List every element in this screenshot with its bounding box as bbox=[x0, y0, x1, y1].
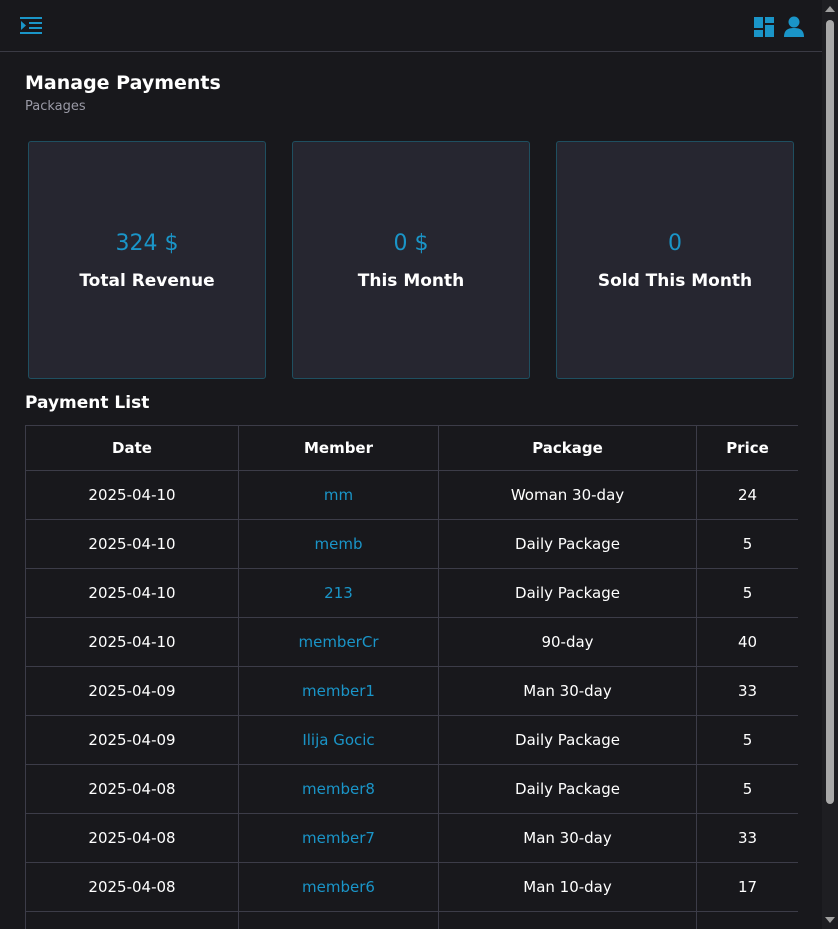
cell-price: 24 bbox=[696, 470, 798, 520]
top-bar bbox=[0, 0, 822, 52]
cell-date: 2025-04-10 bbox=[25, 568, 239, 618]
table-row: 2025-04-10 memb Daily Package 5 bbox=[25, 519, 798, 569]
cell-date: 2025-04-10 bbox=[25, 617, 239, 667]
member-link[interactable]: Ilija Gocic bbox=[238, 715, 439, 765]
dashboard-icon[interactable] bbox=[754, 17, 774, 37]
cell-price: 5 bbox=[696, 764, 798, 814]
cell-price: 33 bbox=[696, 813, 798, 863]
cell-date: 2025-04-08 bbox=[25, 862, 239, 912]
cell-price: 5 bbox=[696, 519, 798, 569]
column-header-member[interactable]: Member bbox=[238, 425, 439, 471]
vertical-scrollbar[interactable] bbox=[822, 0, 838, 929]
cell-package: Man 10-day bbox=[438, 862, 697, 912]
scroll-down-arrow-icon[interactable] bbox=[825, 917, 835, 923]
scroll-up-arrow-icon[interactable] bbox=[825, 6, 835, 12]
payment-table-container: Date Member Package Price 2025-04-10 mm … bbox=[25, 425, 798, 929]
payment-list-title: Payment List bbox=[25, 393, 150, 413]
table-row: 2025-04-10 memberCr 90-day 40 bbox=[25, 617, 798, 667]
stat-label: Total Revenue bbox=[79, 271, 215, 291]
column-header-date[interactable]: Date bbox=[25, 425, 239, 471]
cell-date: 2025-04-08 bbox=[25, 813, 239, 863]
stat-card-sold-this-month: 0 Sold This Month bbox=[556, 141, 794, 379]
menu-collapse-icon[interactable] bbox=[20, 15, 44, 37]
cell-price: 5 bbox=[696, 568, 798, 618]
cell-package bbox=[438, 911, 697, 929]
cell-date: 2025-04-09 bbox=[25, 666, 239, 716]
table-header-row: Date Member Package Price bbox=[25, 425, 798, 471]
cell-package: Man 30-day bbox=[438, 813, 697, 863]
page-subtitle: Packages bbox=[25, 99, 86, 114]
cell-date bbox=[25, 911, 239, 929]
cell-price: 33 bbox=[696, 666, 798, 716]
stat-label: This Month bbox=[357, 271, 465, 291]
cell-price bbox=[696, 911, 798, 929]
cell-price: 40 bbox=[696, 617, 798, 667]
cell-date: 2025-04-09 bbox=[25, 715, 239, 765]
stat-value: 0 $ bbox=[393, 231, 429, 256]
cell-package: 90-day bbox=[438, 617, 697, 667]
cell-package: Woman 30-day bbox=[438, 470, 697, 520]
cell-price: 17 bbox=[696, 862, 798, 912]
table-row: 2025-04-10 213 Daily Package 5 bbox=[25, 568, 798, 618]
cell-package: Daily Package bbox=[438, 519, 697, 569]
table-row bbox=[25, 911, 798, 929]
stat-value: 324 $ bbox=[115, 231, 179, 256]
member-link[interactable]: member7 bbox=[238, 813, 439, 863]
table-row: 2025-04-09 Ilija Gocic Daily Package 5 bbox=[25, 715, 798, 765]
cell-package: Daily Package bbox=[438, 568, 697, 618]
member-link[interactable]: memb bbox=[238, 519, 439, 569]
table-row: 2025-04-08 member7 Man 30-day 33 bbox=[25, 813, 798, 863]
stat-value: 0 bbox=[668, 231, 682, 256]
column-header-price[interactable]: Price bbox=[696, 425, 798, 471]
cell-price: 5 bbox=[696, 715, 798, 765]
table-row: 2025-04-08 member8 Daily Package 5 bbox=[25, 764, 798, 814]
scrollbar-thumb[interactable] bbox=[826, 20, 834, 804]
member-link[interactable]: memberCr bbox=[238, 617, 439, 667]
stat-card-total-revenue: 324 $ Total Revenue bbox=[28, 141, 266, 379]
member-link[interactable]: mm bbox=[238, 470, 439, 520]
cell-package: Daily Package bbox=[438, 715, 697, 765]
page-title: Manage Payments bbox=[25, 72, 221, 94]
stat-card-this-month: 0 $ This Month bbox=[292, 141, 530, 379]
table-row: 2025-04-08 member6 Man 10-day 17 bbox=[25, 862, 798, 912]
member-link[interactable]: 213 bbox=[238, 568, 439, 618]
table-row: 2025-04-10 mm Woman 30-day 24 bbox=[25, 470, 798, 520]
column-header-package[interactable]: Package bbox=[438, 425, 697, 471]
table-row: 2025-04-09 member1 Man 30-day 33 bbox=[25, 666, 798, 716]
app-frame: Manage Payments Packages 324 $ Total Rev… bbox=[0, 0, 838, 929]
cell-date: 2025-04-10 bbox=[25, 519, 239, 569]
user-icon[interactable] bbox=[784, 16, 804, 38]
member-link[interactable]: member1 bbox=[238, 666, 439, 716]
member-link[interactable]: member6 bbox=[238, 862, 439, 912]
cell-package: Man 30-day bbox=[438, 666, 697, 716]
cell-package: Daily Package bbox=[438, 764, 697, 814]
cell-date: 2025-04-10 bbox=[25, 470, 239, 520]
stat-label: Sold This Month bbox=[597, 271, 753, 291]
cell-date: 2025-04-08 bbox=[25, 764, 239, 814]
payment-table: Date Member Package Price 2025-04-10 mm … bbox=[25, 425, 798, 929]
member-link[interactable]: member8 bbox=[238, 764, 439, 814]
member-link[interactable] bbox=[238, 911, 439, 929]
